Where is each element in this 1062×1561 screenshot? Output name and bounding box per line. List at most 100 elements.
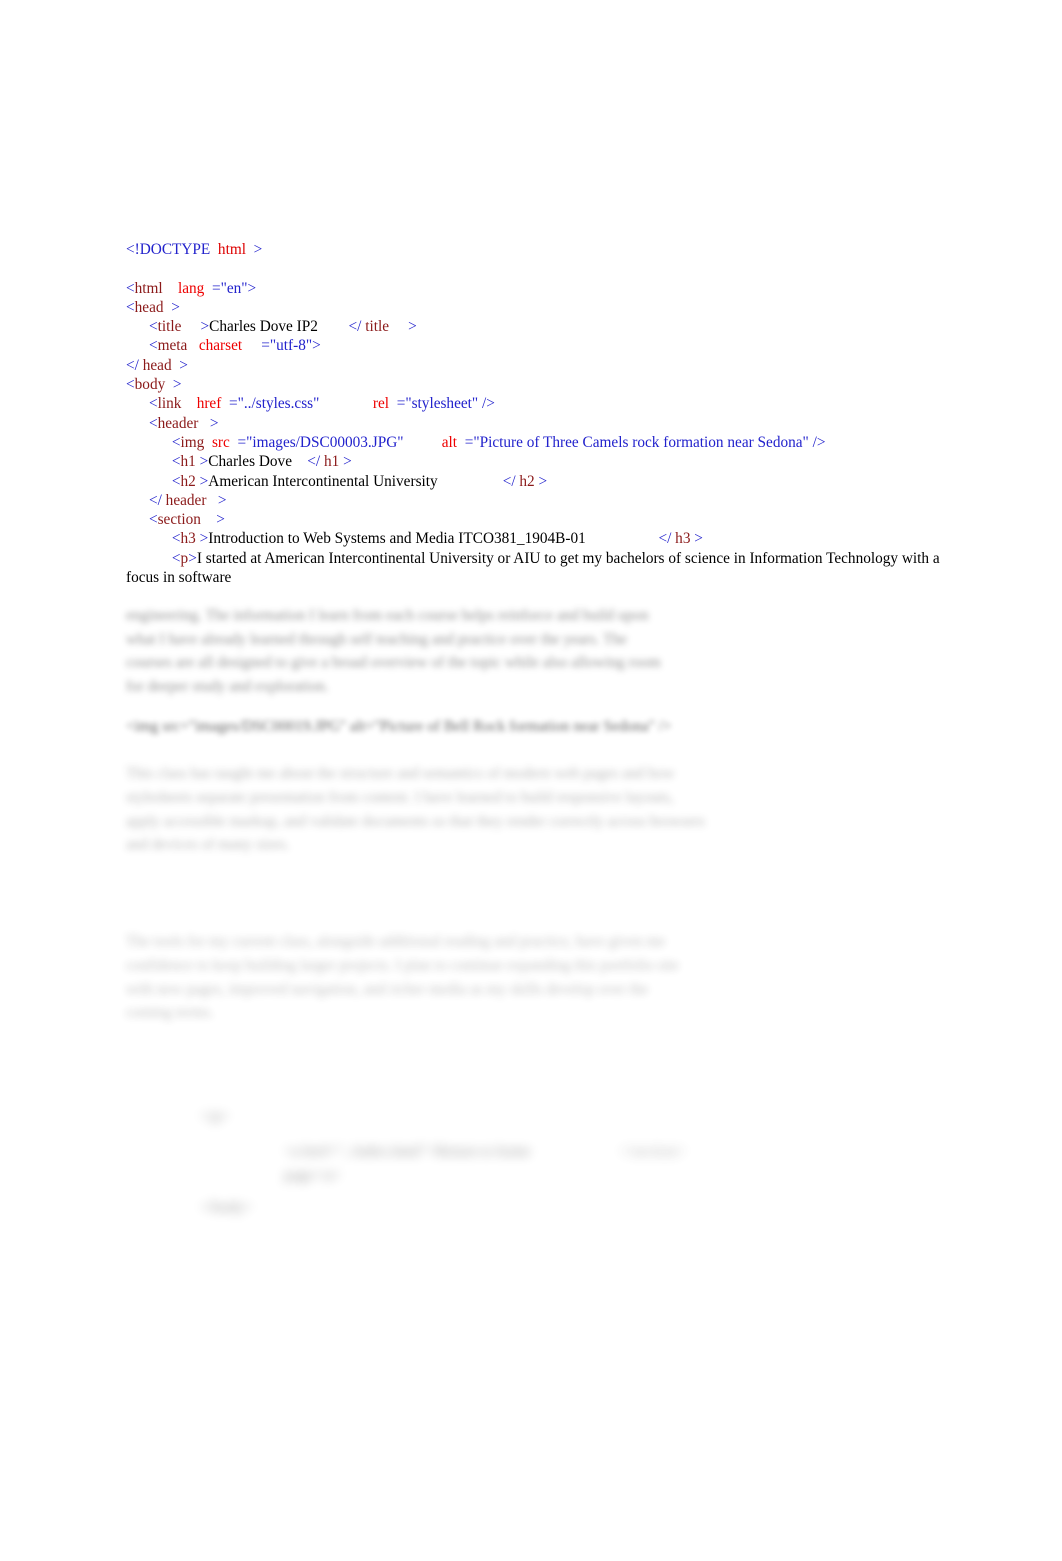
code-token-bracket: </ [148,491,162,509]
code-line: <p>I started at American Intercontinenta… [126,549,946,588]
html-source-code-listing: <!DOCTYPE html > <html lang ="en"> <head >… [126,240,946,587]
obscured-anchor-tag: <a href="../index.html">Return to home p… [284,1143,535,1184]
code-token-bracket: < [148,395,158,413]
obscured-closing-tag-2: </section> [620,1143,685,1160]
code-token-tag: meta [157,337,188,355]
code-token-attr: src [211,433,230,451]
code-token-bracket: </ [307,453,321,471]
code-token-tag: h2 [519,472,535,490]
code-token-tag: html [134,279,163,297]
code-token-bracket: < [171,472,181,490]
obscured-paragraph-3: The tools for my current class, alongsid… [126,933,683,1022]
code-token-bracket: < [126,376,135,394]
code-token-bracket: > [816,433,826,451]
obscured-paragraph-2: This class has taught me about the struc… [126,765,709,854]
obscured-image-tag-line: <img src="images/DSC00019.JPG" alt="Pict… [126,718,672,735]
code-token-tag: title [157,318,182,336]
code-token-bracket: < [148,414,158,432]
code-token-bracket: < [148,318,158,336]
code-token-attr: charset [198,337,243,355]
obscured-closing-tag-1: </p> [200,1108,230,1125]
code-line: <html lang ="en"> [126,279,946,298]
code-token-tag: h2 [180,472,196,490]
code-token-val: ="stylesheet" / [396,395,487,413]
code-token-bracket: < [171,453,181,471]
code-token-bracket: </ [126,356,139,374]
code-token-bracket: < [148,337,158,355]
code-token-tag: title [365,318,390,336]
code-line: <section > [126,510,946,529]
code-token-bracket: > [486,395,495,413]
code-line: <!DOCTYPE html > [126,240,946,259]
code-token-tag: h3 [675,530,691,548]
code-token-bracket: > [199,530,209,548]
code-token-tag: section [157,511,201,529]
code-token-tag: h1 [180,453,196,471]
code-token-bracket: > [694,530,703,548]
code-token-text: Charles Dove IP2 [209,318,318,336]
code-token-bracket: > [199,453,209,471]
code-token-bracket: > [538,472,548,490]
code-token-val: ="utf-8" [261,337,313,355]
code-token-text: Charles Dove [208,453,292,471]
code-token-bracket: > [199,472,209,490]
code-token-bracket: > [179,356,188,374]
code-token-tag: header [165,491,207,509]
code-token-tag: body [134,376,166,394]
code-line: <title >Charles Dove IP2 </ title > [126,317,946,336]
code-token-tag: head [142,356,172,374]
code-line: <body > [126,375,946,394]
code-token-attr: rel [372,395,390,413]
obscured-paragraph-1: engineering. The information I learn fro… [126,607,665,695]
code-token-tag: header [157,414,199,432]
code-token-bracket: > [247,279,257,297]
code-line: <header > [126,414,946,433]
obscured-closing-tag-3: </body> [200,1199,253,1216]
code-token-attr: alt [441,433,458,451]
code-token-text: Introduction to Web Systems and Media IT… [208,530,586,548]
code-line: <img src ="images/DSC00003.JPG" alt ="Pi… [126,433,946,452]
code-token-bracket: > [312,337,321,355]
document-page: <!DOCTYPE html > <html lang ="en"> <head >… [0,0,1062,1561]
code-token-doctype-val: html [217,241,246,258]
code-token-bracket: </ [658,530,672,548]
code-token-bracket: > [171,298,180,316]
code-line: </ header > [126,491,946,510]
code-token-bracket: < [148,511,158,529]
code-token-bracket: < [171,433,181,451]
code-line: <meta charset ="utf-8"> [126,336,946,355]
code-token-text: American Intercontinental University [208,472,438,490]
code-token-bracket: < [171,530,181,548]
code-token-bracket: </ [348,318,362,336]
code-token-val: ="en" [211,279,248,297]
code-token-attr: href [196,395,222,413]
code-token-val: ="Picture of Three Camels rock formation… [464,433,817,451]
code-token-bracket: > [188,549,197,567]
code-token-bracket: </ [502,472,516,490]
